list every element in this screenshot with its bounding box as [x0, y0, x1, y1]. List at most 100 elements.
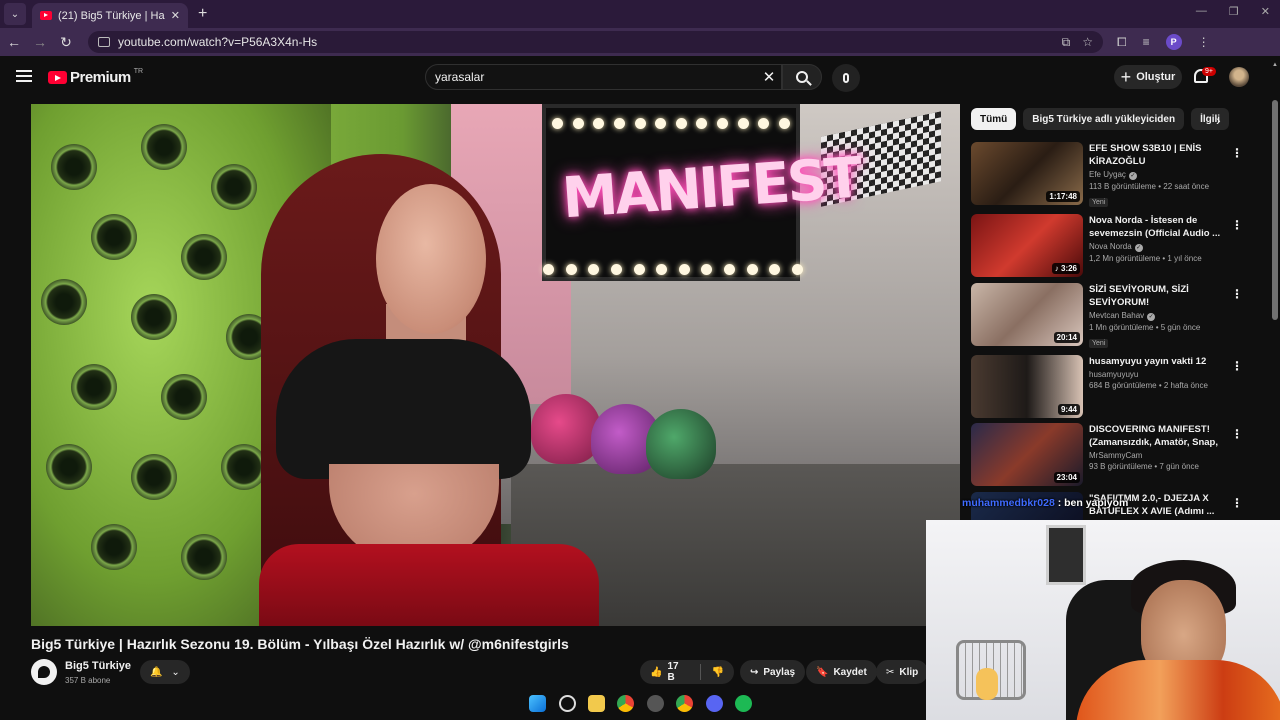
account-avatar[interactable] — [1229, 67, 1249, 87]
more-options-icon[interactable]: ⋮ — [1231, 146, 1243, 160]
browser-tab[interactable]: (21) Big5 Türkiye | Hazırlık Sezo ✕ — [32, 3, 188, 28]
verified-icon: ✓ — [1128, 172, 1137, 180]
upload-age: 1 yıl önce — [1167, 254, 1202, 263]
spotify-icon[interactable] — [735, 695, 752, 712]
reload-icon[interactable]: ↻ — [54, 34, 78, 51]
speaker-graphic — [91, 524, 137, 570]
more-options-icon[interactable]: ⋮ — [1231, 287, 1243, 301]
back-arrow-icon[interactable]: ← — [2, 34, 26, 50]
recommendation-channel[interactable]: MrSammyCam — [1089, 451, 1142, 460]
page-scrollbar[interactable] — [1272, 100, 1278, 320]
browser-tab-bar: ⌄ (21) Big5 Türkiye | Hazırlık Sezo ✕ + … — [0, 0, 1280, 28]
brand-label: Premium — [70, 69, 131, 86]
video-thumbnail[interactable]: ♪ 3:26 — [971, 214, 1083, 277]
chrome-profile-icon[interactable] — [676, 695, 693, 712]
recommendation-item[interactable]: 20:14 SİZİ SEVİYORUM, SİZİ SEVİYORUM! Me… — [971, 283, 1251, 348]
install-app-icon[interactable]: ⧉ — [1062, 35, 1071, 50]
view-count: 113 B görüntüleme — [1089, 182, 1157, 191]
verified-icon: ✓ — [1147, 313, 1156, 321]
chrome-icon[interactable] — [617, 695, 634, 712]
tab-search-button[interactable]: ⌄ — [4, 3, 26, 25]
reading-list-icon[interactable]: ≡ — [1143, 35, 1150, 49]
tab-close-icon[interactable]: ✕ — [171, 9, 180, 22]
chip-from-uploader[interactable]: Big5 Türkiye adlı yükleyiciden — [1023, 108, 1185, 130]
more-options-icon[interactable]: ⋮ — [1231, 496, 1243, 510]
windows-start-icon[interactable] — [529, 695, 546, 712]
recommendation-title[interactable]: EFE SHOW S3B10 | ENİS KİRAZOĞLU — [1089, 142, 1225, 168]
chip-all[interactable]: Tümü — [971, 108, 1017, 130]
video-thumbnail[interactable]: 23:04 — [971, 423, 1083, 486]
person-skirt — [259, 544, 599, 626]
chat-username: muhammedbkr028 — [962, 497, 1055, 509]
video-title: Big5 Türkiye | Hazırlık Sezonu 19. Bölüm… — [31, 636, 569, 652]
chip-related[interactable]: İlgili — [1191, 108, 1230, 130]
voice-search-button[interactable] — [832, 64, 860, 92]
video-thumbnail[interactable]: 20:14 — [971, 283, 1083, 346]
bell-icon: 🔔 — [150, 666, 163, 678]
recommendation-item[interactable]: ♪ 3:26 Nova Norda - İstesen de sevemezsi… — [971, 214, 1251, 278]
youtube-logo[interactable]: Premium TR — [48, 68, 144, 86]
thumbs-down-icon[interactable]: 👎 — [712, 667, 724, 678]
save-button[interactable]: 🔖 Kaydet — [806, 660, 877, 684]
search-button[interactable] — [782, 64, 822, 90]
recommendation-item[interactable]: 1:17:48 EFE SHOW S3B10 | ENİS KİRAZOĞLU … — [971, 142, 1251, 207]
chevron-right-icon[interactable]: › — [1216, 112, 1221, 128]
thumbs-up-icon[interactable]: 👍 — [650, 667, 662, 678]
recommendation-channel[interactable]: Nova Norda — [1089, 242, 1132, 251]
video-thumbnail[interactable]: 1:17:48 — [971, 142, 1083, 205]
share-button[interactable]: ↪ Paylaş — [740, 660, 806, 684]
speaker-graphic — [131, 294, 177, 340]
bookmark-star-icon[interactable]: ☆ — [1082, 35, 1093, 50]
recommendation-channel[interactable]: husamyuyuyu — [1089, 370, 1138, 379]
url-input[interactable]: youtube.com/watch?v=P56A3X4n-Hs ⧉ ☆ — [88, 31, 1103, 53]
discord-icon[interactable] — [706, 695, 723, 712]
recommendation-title[interactable]: SİZİ SEVİYORUM, SİZİ SEVİYORUM! — [1089, 283, 1225, 309]
more-options-icon[interactable]: ⋮ — [1231, 218, 1243, 232]
app-icon[interactable] — [647, 695, 664, 712]
subscriber-count: 357 B abone — [65, 676, 111, 685]
clear-search-icon[interactable]: ✕ — [757, 68, 781, 86]
save-label: Kaydet — [833, 666, 867, 678]
webcam-overlay — [926, 520, 1280, 720]
speaker-graphic — [51, 144, 97, 190]
window-close-icon[interactable]: ✕ — [1261, 5, 1270, 18]
recommendation-channel[interactable]: Mevtcan Bahav — [1089, 311, 1144, 320]
search-input[interactable]: yarasalar ✕ — [425, 64, 782, 90]
taskbar-search-icon[interactable] — [559, 695, 576, 712]
more-options-icon[interactable]: ⋮ — [1231, 427, 1243, 441]
new-tab-button[interactable]: + — [198, 5, 207, 23]
file-explorer-icon[interactable] — [588, 695, 605, 712]
video-thumbnail[interactable]: 9:44 — [971, 355, 1083, 418]
clip-button[interactable]: ✂ Klip — [876, 660, 929, 684]
restore-icon[interactable]: ❐ — [1229, 5, 1239, 18]
stream-chat-message: muhammedbkr028 : ben yapıyom — [962, 497, 1128, 509]
scroll-up-icon[interactable]: ▲ — [1272, 62, 1278, 68]
profile-avatar[interactable]: P — [1165, 34, 1182, 50]
browser-menu-icon[interactable]: ⋮ — [1198, 35, 1210, 49]
subscription-bell-button[interactable]: 🔔 ⌄ — [140, 660, 190, 684]
more-options-icon[interactable]: ⋮ — [1231, 359, 1243, 373]
forward-arrow-icon[interactable]: → — [28, 34, 52, 50]
create-label: Oluştur — [1136, 71, 1176, 83]
channel-avatar[interactable] — [31, 659, 57, 685]
region-code: TR — [133, 68, 144, 75]
recommendation-channel[interactable]: Efe Uygaç — [1089, 170, 1126, 179]
upload-age: 22 saat önce — [1163, 182, 1210, 191]
upload-age: 2 hafta önce — [1163, 381, 1208, 390]
recommendation-title[interactable]: Nova Norda - İstesen de sevemezsin (Offi… — [1089, 214, 1225, 240]
like-count[interactable]: 17 B — [667, 661, 688, 683]
extensions-icon[interactable]: ⧠ — [1117, 35, 1127, 50]
recommendation-item[interactable]: 9:44 husamyuyu yayın vakti 12 husamyuyuy… — [971, 355, 1251, 419]
video-player[interactable]: MANIFEST — [31, 104, 960, 626]
hamburger-menu-icon[interactable] — [16, 70, 32, 82]
recommendation-title[interactable]: DISCOVERING MANIFEST! (Zamansızdık, Amat… — [1089, 423, 1225, 449]
minimize-icon[interactable]: — — [1196, 5, 1207, 18]
recommendation-item[interactable]: 23:04 DISCOVERING MANIFEST! (Zamansızdık… — [971, 423, 1251, 487]
channel-name[interactable]: Big5 Türkiye — [65, 660, 131, 672]
toy-figure — [976, 668, 998, 700]
address-bar: ← → ↻ youtube.com/watch?v=P56A3X4n-Hs ⧉ … — [0, 28, 1280, 56]
site-info-icon[interactable] — [98, 37, 110, 47]
recommendation-title[interactable]: husamyuyu yayın vakti 12 — [1089, 355, 1225, 368]
duration-badge: 20:14 — [1053, 332, 1080, 343]
create-button[interactable]: + Oluştur — [1114, 65, 1182, 89]
